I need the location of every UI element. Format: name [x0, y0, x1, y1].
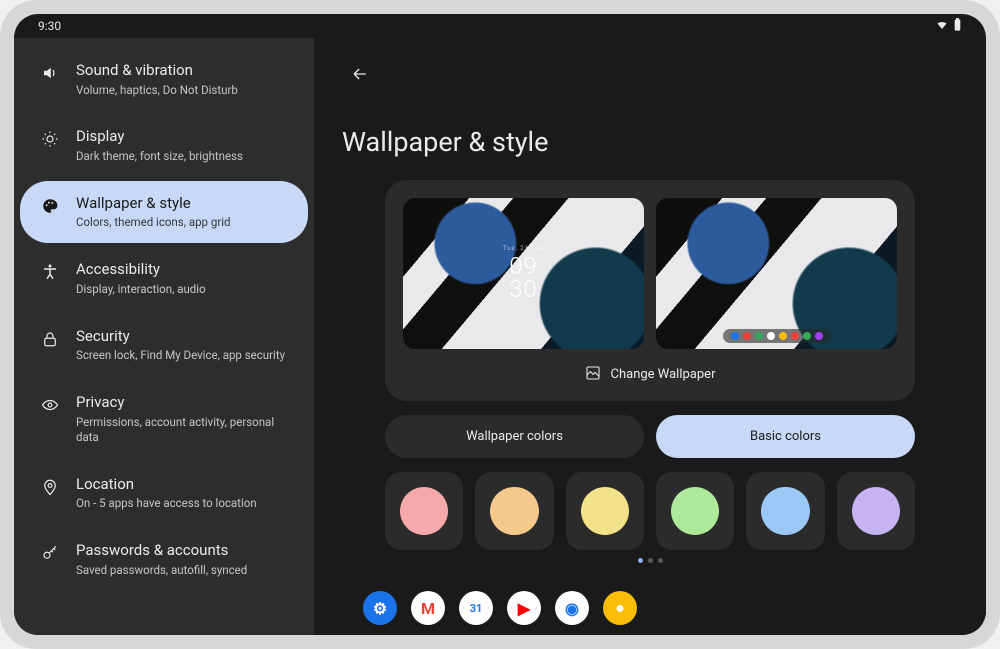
- taskbar-app-calendar[interactable]: 31: [459, 591, 493, 625]
- location-icon: [40, 477, 60, 497]
- palette-icon: [40, 196, 60, 216]
- color-circle: [490, 487, 539, 536]
- sidebar-item-title: Location: [76, 475, 257, 495]
- wifi-icon: [935, 19, 949, 34]
- preview-lockscreen[interactable]: Tue, 21 Feb 09 30: [403, 198, 644, 349]
- taskbar-app-gmail[interactable]: M: [411, 591, 445, 625]
- sidebar-item-title: Privacy: [76, 393, 288, 413]
- sidebar-item-subtitle: Saved passwords, autofill, synced: [76, 563, 247, 578]
- tablet-frame: 9:30 Sound & vibration Volume, haptics, D…: [0, 0, 1000, 649]
- change-wallpaper-label: Change Wallpaper: [611, 367, 716, 382]
- sidebar-item-location[interactable]: LocationOn - 5 apps have access to locat…: [20, 462, 308, 524]
- color-swatch-2[interactable]: [566, 472, 644, 550]
- sidebar-item-passwords-accounts[interactable]: Passwords & accounts Saved passwords, aut…: [20, 528, 308, 590]
- color-source-tabs: Wallpaper colors Basic colors: [385, 415, 915, 458]
- color-swatch-5[interactable]: [837, 472, 915, 550]
- page-indicator: [638, 558, 663, 563]
- sidebar-item-subtitle: Colors, themed icons, app grid: [76, 215, 231, 230]
- sidebar-item-title: Sound & vibration: [76, 61, 238, 81]
- color-circle: [761, 487, 810, 536]
- status-time: 9:30: [38, 19, 61, 33]
- sidebar-item-sound-vibration[interactable]: Sound & vibration Volume, haptics, Do Not…: [20, 48, 308, 110]
- key-icon: [40, 543, 60, 563]
- settings-sidebar: Sound & vibration Volume, haptics, Do Not…: [14, 38, 314, 635]
- color-swatches: [385, 472, 915, 550]
- clock-min: 30: [509, 278, 538, 301]
- sidebar-item-title: Display: [76, 127, 243, 147]
- volume-icon: [40, 63, 60, 83]
- sidebar-item-title: Wallpaper & style: [76, 194, 231, 214]
- color-circle: [671, 487, 720, 536]
- wallpaper-previews: Tue, 21 Feb 09 30: [403, 198, 897, 349]
- accessibility-icon: [40, 262, 60, 282]
- page-dot: [658, 558, 663, 563]
- color-swatch-4[interactable]: [746, 472, 824, 550]
- body: Sound & vibration Volume, haptics, Do Not…: [14, 38, 986, 635]
- sidebar-item-title: Passwords & accounts: [76, 541, 247, 561]
- color-swatch-0[interactable]: [385, 472, 463, 550]
- color-circle: [581, 487, 630, 536]
- clock-date: Tue, 21 Feb: [503, 246, 544, 252]
- tab-basic-colors[interactable]: Basic colors: [656, 415, 915, 458]
- page-title: Wallpaper & style: [342, 126, 958, 158]
- tab-wallpaper-label: Wallpaper colors: [466, 429, 563, 444]
- sidebar-item-wallpaper-style[interactable]: Wallpaper & styleColors, themed icons, a…: [20, 181, 308, 243]
- color-swatch-3[interactable]: [656, 472, 734, 550]
- color-circle: [852, 487, 901, 536]
- screen: 9:30 Sound & vibration Volume, haptics, D…: [14, 14, 986, 635]
- taskbar-app-youtube[interactable]: ▶: [507, 591, 541, 625]
- battery-icon: [953, 18, 962, 35]
- status-bar: 9:30: [14, 14, 986, 38]
- lock-icon: [40, 329, 60, 349]
- preview-homescreen[interactable]: [656, 198, 897, 349]
- main-panel: Wallpaper & style Tue, 21 Feb 09 30: [314, 38, 986, 635]
- page-dot: [648, 558, 653, 563]
- sidebar-item-accessibility[interactable]: Accessibility Display, interaction, audio: [20, 247, 308, 309]
- taskbar-app-settings[interactable]: ⚙: [363, 591, 397, 625]
- status-icons: [935, 18, 962, 35]
- sidebar-item-display[interactable]: Display Dark theme, font size, brightness: [20, 114, 308, 176]
- sidebar-item-subtitle: Dark theme, font size, brightness: [76, 149, 243, 164]
- sidebar-item-subtitle: On - 5 apps have access to location: [76, 496, 257, 511]
- back-button[interactable]: [342, 56, 378, 92]
- tab-basic-label: Basic colors: [750, 429, 821, 444]
- lockscreen-clock: Tue, 21 Feb 09 30: [403, 198, 644, 349]
- sidebar-item-subtitle: Display, interaction, audio: [76, 282, 206, 297]
- sidebar-item-subtitle: Screen lock, Find My Device, app securit…: [76, 348, 285, 363]
- tab-wallpaper-colors[interactable]: Wallpaper colors: [385, 415, 644, 458]
- brightness-icon: [40, 129, 60, 149]
- privacy-icon: [40, 395, 60, 415]
- preview-dock: [723, 329, 831, 343]
- sidebar-item-title: Accessibility: [76, 260, 206, 280]
- wallpaper-card: Tue, 21 Feb 09 30: [385, 180, 915, 401]
- page-dot: [638, 558, 643, 563]
- color-swatch-1[interactable]: [475, 472, 553, 550]
- sidebar-item-subtitle: Permissions, account activity, personal …: [76, 415, 288, 445]
- sidebar-item-subtitle: Volume, haptics, Do Not Disturb: [76, 83, 238, 98]
- change-wallpaper-button[interactable]: Change Wallpaper: [403, 363, 897, 387]
- sidebar-item-security[interactable]: SecurityScreen lock, Find My Device, app…: [20, 314, 308, 376]
- taskbar-app-chrome[interactable]: ◉: [555, 591, 589, 625]
- taskbar-app-keep[interactable]: ●: [603, 591, 637, 625]
- color-circle: [400, 487, 449, 536]
- sidebar-item-privacy[interactable]: PrivacyPermissions, account activity, pe…: [20, 380, 308, 457]
- wallpaper-icon: [585, 365, 601, 385]
- sidebar-item-title: Security: [76, 327, 285, 347]
